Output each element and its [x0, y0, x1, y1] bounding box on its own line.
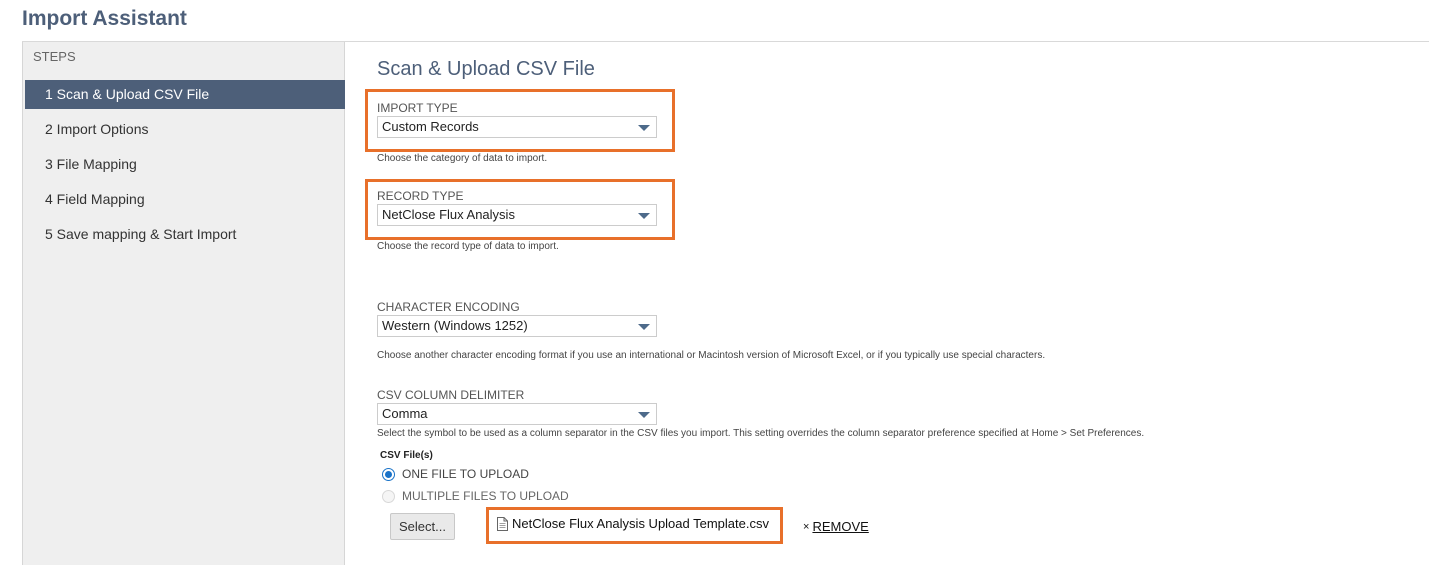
- record-type-value: NetClose Flux Analysis: [382, 207, 515, 222]
- csv-delimiter-help: Select the symbol to be used as a column…: [377, 428, 1145, 439]
- section-title: Scan & Upload CSV File: [377, 58, 595, 80]
- import-type-help: Choose the category of data to import.: [377, 153, 548, 164]
- step-save-mapping[interactable]: 5 Save mapping & Start Import: [25, 220, 345, 249]
- document-icon: [497, 516, 508, 531]
- radio-checked-icon[interactable]: [382, 467, 395, 481]
- csv-delimiter-label: CSV COLUMN DELIMITER: [377, 388, 525, 402]
- multiple-files-label: MULTIPLE FILES TO UPLOAD: [402, 489, 569, 503]
- chevron-down-icon: [638, 324, 650, 330]
- radio-unchecked-icon[interactable]: [382, 489, 395, 503]
- step-file-mapping[interactable]: 3 File Mapping: [25, 150, 345, 179]
- file-name-text: NetClose Flux Analysis Upload Template.c…: [512, 516, 769, 531]
- remove-label: REMOVE: [812, 519, 869, 534]
- one-file-label: ONE FILE TO UPLOAD: [402, 467, 529, 481]
- csv-delimiter-select[interactable]: Comma: [377, 403, 657, 425]
- step-field-mapping[interactable]: 4 Field Mapping: [25, 185, 345, 214]
- steps-sidebar: STEPS 1 Scan & Upload CSV File 2 Import …: [22, 42, 345, 565]
- character-encoding-label: CHARACTER ENCODING: [377, 300, 520, 314]
- select-file-button[interactable]: Select...: [390, 513, 455, 540]
- character-encoding-value: Western (Windows 1252): [382, 318, 528, 333]
- import-type-select[interactable]: Custom Records: [377, 116, 657, 138]
- step-scan-upload[interactable]: 1 Scan & Upload CSV File: [25, 80, 345, 109]
- one-file-option[interactable]: ONE FILE TO UPLOAD: [382, 467, 529, 481]
- character-encoding-help: Choose another character encoding format…: [377, 350, 1046, 361]
- import-type-value: Custom Records: [382, 119, 479, 134]
- csv-delimiter-value: Comma: [382, 406, 428, 421]
- close-icon: ×: [803, 520, 810, 533]
- record-type-label: RECORD TYPE: [377, 189, 464, 203]
- csv-files-label: CSV File(s): [380, 450, 433, 461]
- chevron-down-icon: [638, 213, 650, 219]
- character-encoding-select[interactable]: Western (Windows 1252): [377, 315, 657, 337]
- multiple-files-option[interactable]: MULTIPLE FILES TO UPLOAD: [382, 489, 569, 503]
- record-type-help: Choose the record type of data to import…: [377, 241, 559, 252]
- record-type-select[interactable]: NetClose Flux Analysis: [377, 204, 657, 226]
- main-content: Scan & Upload CSV File IMPORT TYPE Custo…: [345, 42, 1429, 565]
- steps-heading: STEPS: [33, 49, 76, 64]
- step-import-options[interactable]: 2 Import Options: [25, 115, 345, 144]
- remove-file-link[interactable]: × REMOVE: [803, 519, 869, 534]
- import-type-label: IMPORT TYPE: [377, 101, 458, 115]
- chevron-down-icon: [638, 412, 650, 418]
- uploaded-file: NetClose Flux Analysis Upload Template.c…: [497, 516, 769, 531]
- page-title: Import Assistant: [22, 7, 187, 30]
- chevron-down-icon: [638, 125, 650, 131]
